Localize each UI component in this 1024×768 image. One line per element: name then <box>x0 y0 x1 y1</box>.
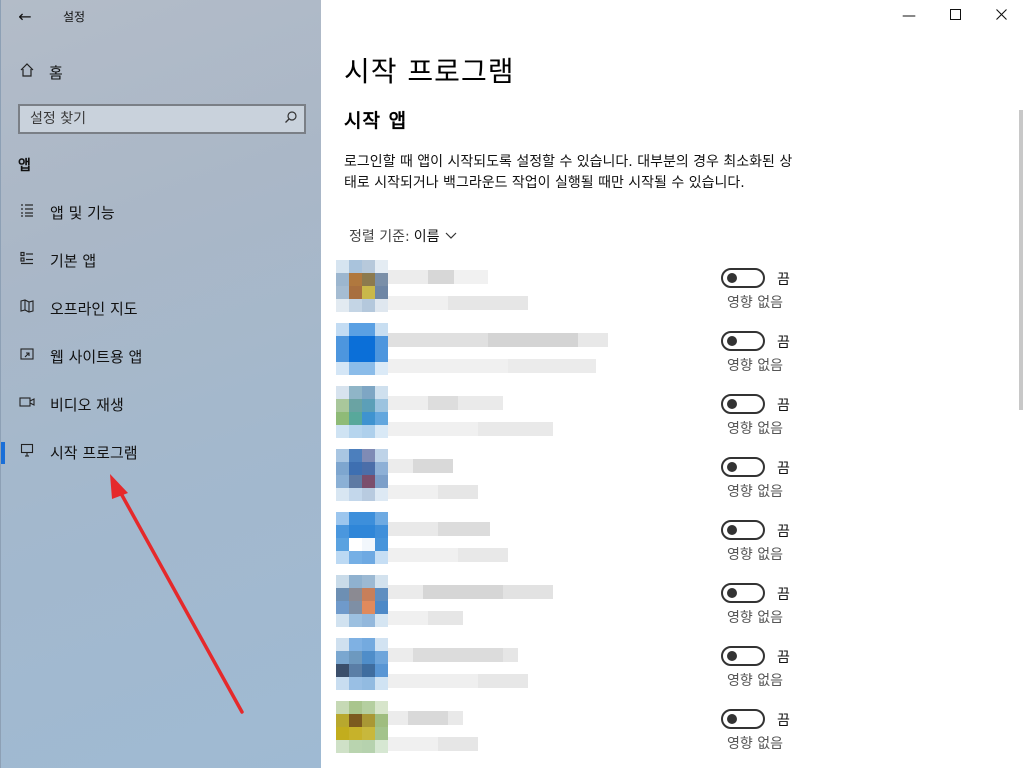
startup-toggle[interactable] <box>721 268 765 288</box>
startup-icon <box>18 443 36 461</box>
toggle-state-label: 끔 <box>777 461 790 477</box>
section-heading: 앱 <box>18 158 31 174</box>
toggle-state-label: 끔 <box>777 335 790 351</box>
toggle-state-label: 끔 <box>777 398 790 414</box>
toggle-knob <box>727 714 737 724</box>
sidebar-item-default-apps[interactable]: 기본 앱 <box>1 240 322 280</box>
sidebar-item-label: 비디오 재생 <box>50 395 124 414</box>
startup-toggle[interactable] <box>721 331 765 351</box>
startup-impact: 영향 없음 <box>727 547 783 563</box>
toggle-knob <box>727 588 737 598</box>
startup-impact: 영향 없음 <box>727 295 783 311</box>
list-icon <box>18 203 36 221</box>
search-box[interactable] <box>18 104 306 134</box>
startup-app-list: 끔 영향 없음 끔 영향 없음 끔 영향 없음 끔 영향 없음 끔 영향 없음 … <box>336 260 806 764</box>
chevron-down-icon <box>445 229 457 243</box>
startup-impact: 영향 없음 <box>727 610 783 626</box>
startup-impact: 영향 없음 <box>727 421 783 437</box>
maximize-button[interactable] <box>932 0 978 32</box>
sidebar-item-label: 앱 및 기능 <box>50 203 115 222</box>
map-icon <box>18 299 36 317</box>
home-icon <box>19 62 35 82</box>
sort-label: 정렬 기준: <box>349 229 410 245</box>
toggle-knob <box>727 273 737 283</box>
app-icon <box>336 386 388 438</box>
sidebar-item-label: 시작 프로그램 <box>50 443 138 462</box>
toggle-state-label: 끔 <box>777 587 790 603</box>
sidebar-item-web-apps[interactable]: 웹 사이트용 앱 <box>1 336 322 376</box>
list-item: 끔 영향 없음 <box>336 386 806 449</box>
list-item: 끔 영향 없음 <box>336 575 806 638</box>
minimize-icon: — <box>902 8 916 24</box>
toggle-knob <box>727 525 737 535</box>
default-apps-icon <box>18 251 36 269</box>
back-arrow-icon: ← <box>18 6 32 26</box>
startup-toggle[interactable] <box>721 457 765 477</box>
window-controls: — <box>886 0 1024 32</box>
toggle-state-label: 끔 <box>777 713 790 729</box>
list-item: 끔 영향 없음 <box>336 638 806 701</box>
sort-value: 이름 <box>413 229 440 245</box>
scrollbar[interactable] <box>1019 110 1023 410</box>
toggle-state-label: 끔 <box>777 272 790 288</box>
toggle-knob <box>727 399 737 409</box>
list-item: 끔 영향 없음 <box>336 260 806 323</box>
page-title: 시작 프로그램 <box>344 55 515 88</box>
search-icon[interactable] <box>278 110 304 128</box>
app-icon <box>336 701 388 753</box>
web-apps-icon <box>18 347 36 365</box>
startup-impact: 영향 없음 <box>727 736 783 752</box>
startup-impact: 영향 없음 <box>727 358 783 374</box>
startup-impact: 영향 없음 <box>727 673 783 689</box>
sidebar-item-video-playback[interactable]: 비디오 재생 <box>1 384 322 424</box>
app-icon <box>336 512 388 564</box>
app-icon <box>336 638 388 690</box>
search-input[interactable] <box>30 111 278 127</box>
startup-toggle[interactable] <box>721 583 765 603</box>
sidebar-item-offline-maps[interactable]: 오프라인 지도 <box>1 288 322 328</box>
video-icon <box>18 396 36 412</box>
app-icon <box>336 260 388 312</box>
close-button[interactable] <box>978 0 1024 32</box>
list-item: 끔 영향 없음 <box>336 701 806 764</box>
toggle-state-label: 끔 <box>777 650 790 666</box>
toggle-knob <box>727 651 737 661</box>
titlebar-left: ← 설정 <box>1 0 322 32</box>
toggle-state-label: 끔 <box>777 524 790 540</box>
sidebar-item-home[interactable]: 홈 <box>19 60 63 84</box>
sidebar-item-startup[interactable]: 시작 프로그램 <box>1 432 322 472</box>
back-button[interactable]: ← <box>1 0 49 32</box>
sidebar-item-apps-features[interactable]: 앱 및 기능 <box>1 192 322 232</box>
section-title: 시작 앱 <box>344 110 408 132</box>
startup-toggle[interactable] <box>721 709 765 729</box>
app-icon <box>336 449 388 501</box>
list-item: 끔 영향 없음 <box>336 323 806 386</box>
app-icon <box>336 575 388 627</box>
startup-toggle[interactable] <box>721 394 765 414</box>
maximize-icon <box>949 8 961 24</box>
app-icon <box>336 323 388 375</box>
sidebar-item-label: 홈 <box>49 63 63 82</box>
sidebar-item-label: 웹 사이트용 앱 <box>50 347 143 366</box>
minimize-button[interactable]: — <box>886 0 932 32</box>
sidebar-item-label: 오프라인 지도 <box>50 299 138 318</box>
close-icon <box>995 8 1007 24</box>
sidebar-item-label: 기본 앱 <box>50 251 97 270</box>
main-panel: — 시작 프로그램 시작 앱 로그인할 때 앱이 시작되도록 설정할 수 있습니… <box>321 0 1024 768</box>
startup-impact: 영향 없음 <box>727 484 783 500</box>
list-item: 끔 영향 없음 <box>336 449 806 512</box>
toggle-knob <box>727 462 737 472</box>
toggle-knob <box>727 336 737 346</box>
description-text: 로그인할 때 앱이 시작되도록 설정할 수 있습니다. 대부분의 경우 최소화된… <box>344 154 793 191</box>
sidebar: ← 설정 홈 앱 앱 및 기능 기본 앱 오프라인 지도 <box>0 0 321 768</box>
app-title: 설정 <box>63 9 86 24</box>
list-item: 끔 영향 없음 <box>336 512 806 575</box>
startup-toggle[interactable] <box>721 520 765 540</box>
startup-toggle[interactable] <box>721 646 765 666</box>
sort-dropdown[interactable]: 정렬 기준: 이름 <box>349 226 457 246</box>
